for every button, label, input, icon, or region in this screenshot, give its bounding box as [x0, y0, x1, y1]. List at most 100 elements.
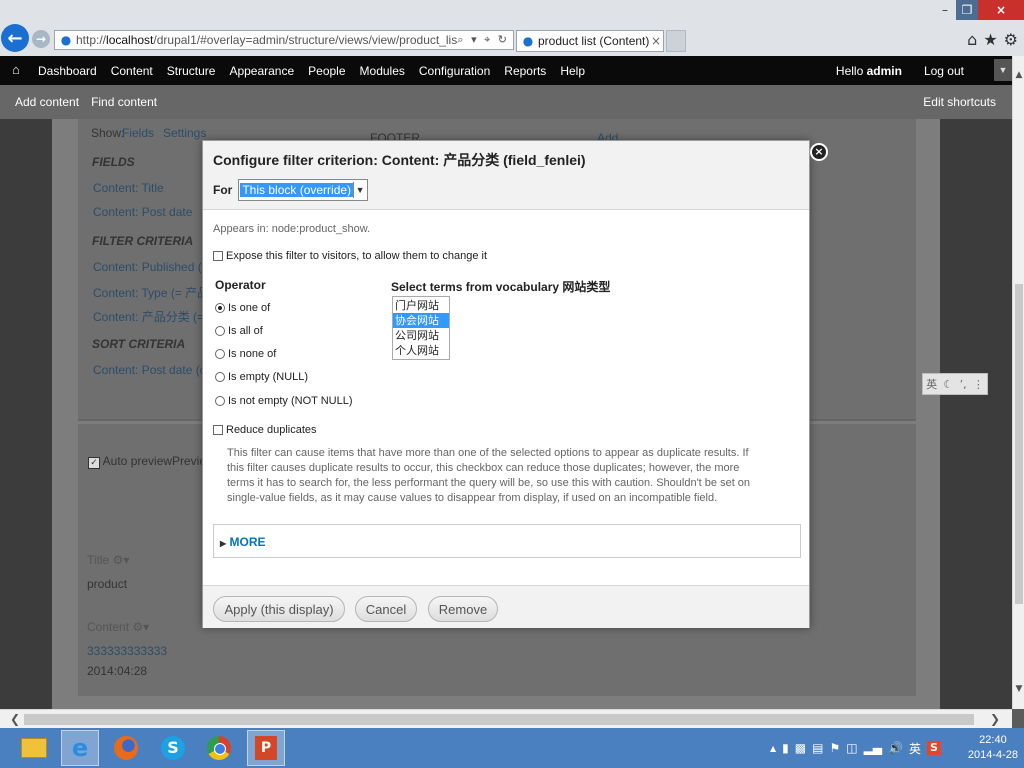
address-bar[interactable]: ● http://localhost/drupal1/#overlay=admi… [54, 30, 514, 50]
back-button[interactable]: ← [1, 24, 29, 52]
scroll-down-icon[interactable]: ▼ [1013, 684, 1024, 694]
edit-shortcuts-link[interactable]: Edit shortcuts [923, 95, 996, 109]
ime-language-indicator[interactable]: 英 [926, 376, 937, 392]
menu-item-help[interactable]: Help [560, 64, 585, 78]
settings-gear-icon[interactable]: ⚙ [1004, 30, 1018, 49]
radio-icon[interactable] [215, 372, 225, 382]
preview-content-link[interactable]: 333333333333 [87, 644, 167, 658]
add-content-link[interactable]: Add content [15, 95, 79, 109]
horizontal-scrollbar[interactable]: ❮ ❯ [0, 709, 1012, 729]
file-explorer-icon[interactable] [15, 730, 53, 766]
expose-filter-row[interactable]: Expose this filter to visitors, to allow… [213, 250, 487, 262]
menu-item-structure[interactable]: Structure [167, 64, 216, 78]
radio-icon[interactable] [215, 326, 225, 336]
operator-is-empty[interactable]: Is empty (NULL) [215, 371, 308, 383]
show-fields-link[interactable]: Fields [122, 126, 154, 140]
address-tools[interactable]: ⌕ ▾ ⌖ ↻ [457, 33, 513, 47]
find-content-link[interactable]: Find content [91, 95, 157, 109]
menu-item-modules[interactable]: Modules [360, 64, 405, 78]
chrome-icon[interactable] [200, 730, 238, 766]
favorites-star-icon[interactable]: ★ [983, 30, 997, 49]
dialog-close-icon[interactable]: × [810, 143, 828, 161]
remove-button[interactable]: Remove [428, 596, 498, 622]
url-text[interactable]: http://localhost/drupal1/#overlay=admin/… [74, 33, 457, 47]
new-tab-button[interactable] [666, 30, 686, 52]
drupal-tab-icon: ● [522, 34, 534, 48]
expose-label: Expose this filter to visitors, to allow… [226, 250, 488, 262]
device-icon[interactable]: ◫ [846, 741, 857, 755]
reduce-duplicates-row[interactable]: Reduce duplicates [213, 424, 317, 436]
gear-icon[interactable]: ⚙▾ [113, 553, 130, 567]
flag-icon[interactable]: ⚑ [829, 741, 840, 755]
term-option[interactable]: 个人网站 [393, 343, 449, 358]
apply-button[interactable]: Apply (this display) [213, 596, 345, 622]
system-clock[interactable]: 22:40 2014-4-28 [968, 733, 1018, 763]
firefox-icon[interactable] [107, 730, 145, 766]
toolbar-drawer-toggle[interactable]: ▼ [994, 59, 1012, 81]
menu-item-people[interactable]: People [308, 64, 345, 78]
gear-icon[interactable]: ⚙▾ [132, 620, 149, 634]
menu-item-reports[interactable]: Reports [504, 64, 546, 78]
reduce-duplicates-checkbox[interactable] [213, 425, 223, 435]
scroll-left-icon[interactable]: ❮ [10, 712, 20, 726]
home-icon[interactable]: ⌂ [12, 62, 26, 78]
skype-icon[interactable]: S [154, 730, 192, 766]
field-post-date-link[interactable]: Content: Post date [93, 205, 192, 219]
display-icon[interactable]: ▩ [795, 741, 806, 755]
scroll-right-icon[interactable]: ❯ [990, 712, 1000, 726]
operator-is-all-of[interactable]: Is all of [215, 325, 263, 337]
auto-preview-row[interactable]: ✓ Auto preview [88, 454, 172, 469]
restore-button[interactable]: ❐ [956, 0, 978, 20]
vertical-scroll-thumb[interactable] [1015, 284, 1023, 604]
cancel-button[interactable]: Cancel [355, 596, 417, 622]
operator-is-one-of[interactable]: Is one of [215, 302, 270, 314]
home-icon[interactable]: ⌂ [967, 30, 977, 49]
arrow-right-icon: → [35, 32, 47, 46]
ime-status-bar[interactable]: 英 ☾ ’, ⋮ [922, 373, 988, 395]
username[interactable]: admin [867, 64, 902, 78]
radio-selected-icon[interactable] [215, 303, 225, 313]
show-settings-link[interactable]: Settings [163, 126, 206, 140]
minimize-button[interactable]: – [934, 0, 956, 20]
expose-checkbox[interactable] [213, 251, 223, 261]
term-option-selected[interactable]: 协会网站 [393, 313, 449, 328]
menu-item-dashboard[interactable]: Dashboard [38, 64, 97, 78]
radio-icon[interactable] [215, 349, 225, 359]
signal-icon[interactable]: ▂▄ [864, 741, 882, 755]
menu-item-configuration[interactable]: Configuration [419, 64, 490, 78]
ime-punctuation-icon[interactable]: ’, [960, 378, 967, 391]
for-select[interactable]: This block (override) ▼ [238, 179, 369, 201]
powerpoint-icon[interactable]: P [247, 730, 285, 766]
field-title-link[interactable]: Content: Title [93, 181, 164, 195]
close-window-button[interactable]: × [978, 0, 1024, 20]
more-toggle[interactable]: ▶ MORE [220, 535, 266, 549]
tab-close-icon[interactable]: × [649, 34, 663, 48]
network-icon[interactable]: ▤ [812, 741, 823, 755]
scroll-up-icon[interactable]: ▲ [1013, 70, 1024, 80]
ime-grip-icon[interactable]: ⋮ [973, 378, 984, 391]
browser-tab[interactable]: ● product list (Content) | d... × [516, 30, 664, 52]
term-option[interactable]: 门户网站 [393, 298, 449, 313]
terms-listbox[interactable]: 门户网站 协会网站 公司网站 个人网站 [392, 296, 450, 360]
volume-icon[interactable]: 🔊 [888, 741, 903, 755]
horizontal-scroll-thumb[interactable] [24, 714, 974, 725]
sogou-ime-icon[interactable]: S [927, 741, 941, 755]
forward-button[interactable]: → [32, 30, 50, 48]
logout-link[interactable]: Log out [924, 64, 964, 78]
sort-criteria-heading: SORT CRITERIA [92, 337, 186, 351]
preview-title-label: Title ⚙▾ [87, 553, 129, 567]
vertical-scrollbar[interactable]: ▲ ▼ [1012, 56, 1024, 709]
show-hidden-icons-icon[interactable]: ▲ [770, 744, 776, 753]
operator-is-none-of[interactable]: Is none of [215, 348, 276, 360]
menu-item-appearance[interactable]: Appearance [229, 64, 294, 78]
hello-text: Hello [835, 63, 864, 78]
checkbox-checked-icon[interactable]: ✓ [88, 457, 100, 469]
ime-moon-icon[interactable]: ☾ [943, 378, 953, 391]
term-option[interactable]: 公司网站 [393, 328, 449, 343]
operator-is-not-empty[interactable]: Is not empty (NOT NULL) [215, 395, 353, 407]
internet-explorer-icon[interactable]: e [61, 730, 99, 766]
usb-icon[interactable]: ▮ [782, 741, 789, 755]
menu-item-content[interactable]: Content [111, 64, 153, 78]
input-language-indicator[interactable]: 英 [909, 740, 921, 757]
radio-icon[interactable] [215, 396, 225, 406]
